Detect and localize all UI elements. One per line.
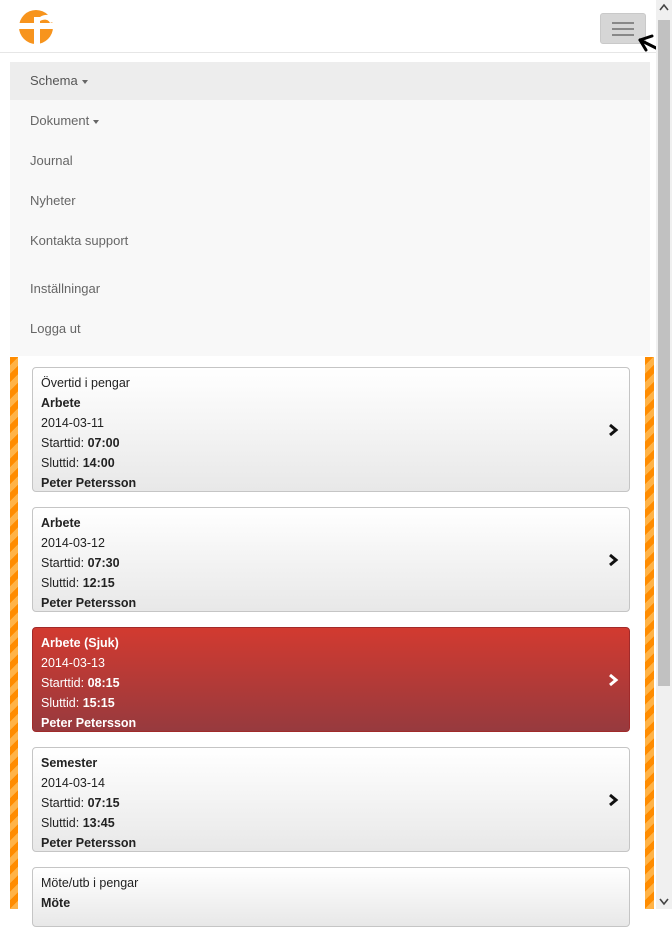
nav-item-schema[interactable]: Schema — [10, 62, 650, 100]
card-title: Semester — [41, 756, 98, 770]
nav-item-nyheter[interactable]: Nyheter — [10, 182, 650, 220]
caret-down-icon — [93, 119, 100, 124]
chevron-right-icon — [609, 423, 619, 436]
start-label: Starttid: — [41, 436, 85, 450]
nav-item-label: Schema — [30, 73, 78, 88]
start-time: 08:15 — [87, 676, 120, 690]
nav-menu: Schema Dokument Journal Nyheter Kontakta… — [10, 62, 650, 356]
nav-item-label: Inställningar — [30, 281, 101, 296]
card-date: 2014-03-13 — [41, 656, 105, 670]
end-time: 14:00 — [82, 456, 115, 470]
scroll-down-arrow-icon[interactable] — [656, 893, 672, 909]
card-type-label: Övertid i pengar — [41, 376, 130, 390]
scroll-up-arrow-icon[interactable] — [656, 0, 672, 16]
chevron-right-icon — [609, 793, 619, 806]
company-logo[interactable] — [16, 9, 60, 45]
end-time: 15:15 — [82, 696, 115, 710]
end-time: 12:15 — [82, 576, 115, 590]
nav-item-label: Logga ut — [30, 321, 81, 336]
card-title: Arbete (Sjuk) — [41, 636, 119, 650]
end-label: Sluttid: — [41, 696, 80, 710]
nav-item-label: Dokument — [30, 113, 90, 128]
start-label: Starttid: — [41, 796, 85, 810]
caret-down-icon — [81, 79, 88, 84]
person-name: Peter Petersson — [41, 596, 137, 610]
menu-bar-icon — [612, 28, 634, 30]
start-label: Starttid: — [41, 676, 85, 690]
end-label: Sluttid: — [41, 816, 80, 830]
card-date: 2014-03-14 — [41, 776, 105, 790]
end-time: 13:45 — [82, 816, 115, 830]
menu-bar-icon — [612, 22, 634, 24]
card-type-label: Möte/utb i pengar — [41, 876, 139, 890]
nav-item-label: Journal — [30, 153, 73, 168]
schedule-card[interactable]: Arbete 2014-03-12 Starttid: 07:30 Slutti… — [32, 507, 630, 612]
schedule-card[interactable]: Semester 2014-03-14 Starttid: 07:15 Slut… — [32, 747, 630, 852]
nav-item-kontakta-support[interactable]: Kontakta support — [10, 222, 650, 260]
chevron-right-icon — [609, 673, 619, 686]
nav-item-journal[interactable]: Journal — [10, 142, 650, 180]
start-time: 07:15 — [87, 796, 120, 810]
stripe-decoration-left — [10, 357, 18, 909]
start-time: 07:00 — [87, 436, 120, 450]
end-label: Sluttid: — [41, 456, 80, 470]
nav-item-label: Kontakta support — [30, 233, 129, 248]
person-name: Peter Petersson — [41, 716, 137, 730]
nav-item-label: Nyheter — [30, 193, 76, 208]
menu-bar-icon — [612, 34, 634, 36]
nav-item-dokument[interactable]: Dokument — [10, 102, 650, 140]
start-time: 07:30 — [87, 556, 120, 570]
app-header — [0, 0, 656, 53]
card-date: 2014-03-11 — [41, 416, 105, 430]
card-title: Arbete — [41, 516, 81, 530]
person-name: Peter Petersson — [41, 836, 137, 850]
card-title: Arbete — [41, 396, 81, 410]
nav-item-logga-ut[interactable]: Logga ut — [10, 310, 650, 348]
end-label: Sluttid: — [41, 576, 80, 590]
chevron-right-icon — [609, 553, 619, 566]
card-title: Möte — [41, 896, 71, 910]
schedule-card[interactable]: Möte/utb i pengar Möte — [32, 867, 630, 927]
scrollbar-thumb[interactable] — [658, 20, 670, 686]
start-label: Starttid: — [41, 556, 85, 570]
card-date: 2014-03-12 — [41, 536, 105, 550]
person-name: Peter Petersson — [41, 476, 137, 490]
scrollbar[interactable] — [656, 0, 672, 909]
stripe-decoration-right — [645, 357, 654, 909]
nav-item-installningar[interactable]: Inställningar — [10, 270, 650, 308]
schedule-card-sick[interactable]: Arbete (Sjuk) 2014-03-13 Starttid: 08:15… — [32, 627, 630, 732]
schedule-card[interactable]: Övertid i pengar Arbete 2014-03-11 Start… — [32, 367, 630, 492]
